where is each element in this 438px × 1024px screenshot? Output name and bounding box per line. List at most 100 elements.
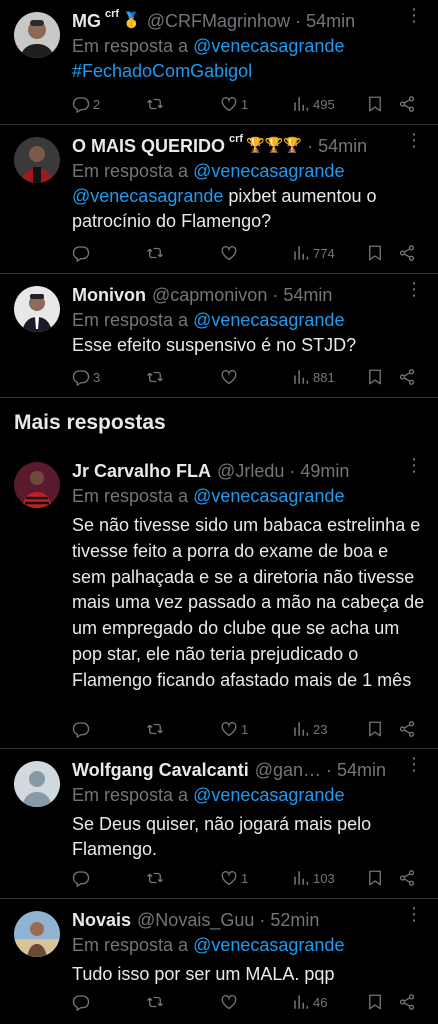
timestamp[interactable]: 54min [306,11,355,32]
reply-button[interactable] [72,720,93,738]
retweet-button[interactable] [146,869,167,887]
share-button[interactable] [398,869,416,887]
user-handle[interactable]: @Jrledu [217,461,284,482]
views-button[interactable]: 23 [292,720,327,738]
name-badge: crf [229,133,244,145]
avatar[interactable] [14,137,60,183]
user-name[interactable]: Jr Carvalho FLA [72,461,211,482]
views-button[interactable]: 495 [292,95,335,113]
timestamp[interactable]: 54min [283,285,332,306]
retweet-button[interactable] [146,720,167,738]
more-options-icon[interactable]: ⋮ [405,131,423,149]
bookmark-icon [366,95,384,113]
share-button[interactable] [398,244,416,262]
tweet[interactable]: Novais @Novais_Guu · 52min Em resposta a… [0,899,438,1024]
tweet-text: #FechadoComGabigol [72,59,426,84]
more-options-icon[interactable]: ⋮ [405,280,423,298]
retweet-icon [146,993,164,1011]
share-icon [398,368,416,386]
bookmark-icon [366,993,384,1011]
avatar[interactable] [14,462,60,508]
reply-icon [72,244,90,262]
reply-mention-link[interactable]: @venecasagrande [193,935,344,955]
retweet-button[interactable] [146,993,167,1011]
views-button[interactable]: 46 [292,993,327,1011]
share-button[interactable] [398,95,416,113]
action-bar: 1 23 [72,718,422,740]
bookmark-button[interactable] [366,368,384,386]
share-button[interactable] [398,368,416,386]
like-button[interactable] [220,368,241,386]
views-button[interactable]: 881 [292,368,335,386]
bookmark-button[interactable] [366,95,384,113]
reply-mention-link[interactable]: @venecasagrande [193,486,344,506]
tweet[interactable]: O MAIS QUERIDO crf 🏆🏆🏆 · 54min Em respos… [0,125,438,274]
avatar[interactable] [14,911,60,957]
more-options-icon[interactable]: ⋮ [405,6,423,24]
reply-context: Em resposta a @venecasagrande [72,933,426,958]
reply-prefix: Em resposta a [72,935,189,955]
reply-button[interactable] [72,869,93,887]
reply-mention-link[interactable]: @venecasagrande [193,310,344,330]
views-button[interactable]: 774 [292,244,335,262]
timestamp[interactable]: 52min [270,910,319,931]
avatar[interactable] [14,286,60,332]
separator-dot: · [326,759,333,780]
reply-button[interactable]: 3 [72,368,100,386]
reply-button[interactable] [72,993,93,1011]
medal-emoji: 🥇 [122,12,141,29]
retweet-button[interactable] [146,368,167,386]
user-name[interactable]: O MAIS QUERIDO [72,136,225,157]
user-handle[interactable]: @capmonivon [152,285,267,306]
reply-button[interactable] [72,244,93,262]
share-button[interactable] [398,720,416,738]
more-options-icon[interactable]: ⋮ [405,755,423,773]
hashtag-link[interactable]: #FechadoComGabigol [72,61,252,81]
tweet[interactable]: Wolfgang Cavalcanti @gan… · 54min Em res… [0,749,438,899]
user-handle[interactable]: @Novais_Guu [137,910,254,931]
user-name[interactable]: MG [72,11,101,32]
avatar[interactable] [14,12,60,58]
heart-icon [220,95,238,113]
tweet[interactable]: Monivon @capmonivon · 54min Em resposta … [0,274,438,398]
retweet-icon [146,244,164,262]
bookmark-button[interactable] [366,244,384,262]
mention-link[interactable]: @venecasagrande [72,186,223,206]
retweet-button[interactable] [146,244,167,262]
retweet-button[interactable] [146,95,167,113]
like-button[interactable]: 1 [220,869,248,887]
like-button[interactable] [220,993,241,1011]
trophy-emoji: 🏆🏆🏆 [246,137,303,154]
timestamp[interactable]: 54min [318,136,367,157]
more-options-icon[interactable]: ⋮ [405,905,423,923]
bookmark-button[interactable] [366,993,384,1011]
tweet[interactable]: Jr Carvalho FLA @Jrledu · 49min Em respo… [0,450,438,749]
bookmark-button[interactable] [366,869,384,887]
reply-mention-link[interactable]: @venecasagrande [193,36,344,56]
bookmark-button[interactable] [366,720,384,738]
share-button[interactable] [398,993,416,1011]
user-handle[interactable]: @CRFMagrinhow [147,11,290,32]
timestamp[interactable]: 49min [300,461,349,482]
reply-button[interactable]: 2 [72,95,100,113]
views-button[interactable]: 103 [292,869,335,887]
avatar[interactable] [14,761,60,807]
reply-mention-link[interactable]: @venecasagrande [193,785,344,805]
heart-icon [220,720,238,738]
like-button[interactable] [220,244,241,262]
reply-context: Em resposta a @venecasagrande [72,34,426,59]
more-options-icon[interactable]: ⋮ [405,456,423,474]
user-handle[interactable]: @gan… [255,760,321,781]
reply-mention-link[interactable]: @venecasagrande [193,161,344,181]
retweet-icon [146,368,164,386]
timestamp[interactable]: 54min [337,760,386,781]
reply-prefix: Em resposta a [72,785,189,805]
user-name[interactable]: Novais [72,910,131,931]
like-button[interactable]: 1 [220,95,248,113]
tweet[interactable]: MG crf 🥇 @CRFMagrinhow · 54min Em respos… [0,0,438,125]
user-name[interactable]: Wolfgang Cavalcanti [72,760,249,781]
section-title: Mais respostas [14,411,166,434]
name-badge: crf [105,8,120,20]
user-name[interactable]: Monivon [72,285,146,306]
like-button[interactable]: 1 [220,720,248,738]
